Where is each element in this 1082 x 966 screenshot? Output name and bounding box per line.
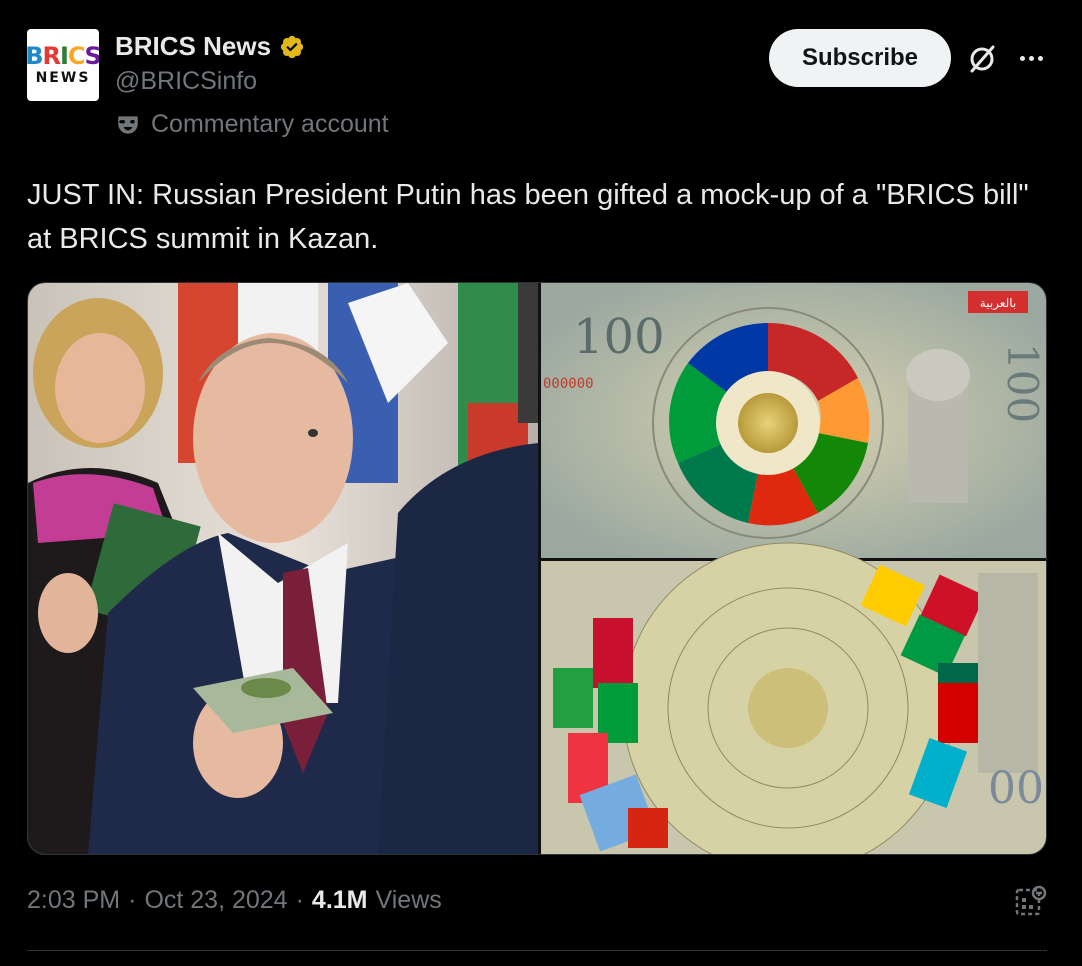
svg-text:000000: 000000 [543, 376, 594, 392]
author-handle[interactable]: @BRICSinfo [115, 67, 257, 96]
more-horizontal-icon[interactable] [1015, 44, 1047, 72]
photo-man-holding-banknote [28, 283, 538, 854]
photo-brics-banknote-front: 100 000000 100 بالعربية [541, 283, 1047, 558]
tweet-time[interactable]: 2:03 PM [27, 886, 120, 915]
photo-brics-banknote-back: 00 [541, 542, 1046, 854]
tweet: BRICS NEWS BRICS News @BRICSinfo Comment… [0, 0, 1082, 966]
author-display-name[interactable]: BRICS News [115, 31, 271, 62]
tweet-date[interactable]: Oct 23, 2024 [144, 886, 287, 915]
verified-badge-icon[interactable] [279, 34, 305, 60]
svg-text:100: 100 [573, 309, 665, 365]
bottom-divider [27, 950, 1047, 951]
author-name-row: BRICS News [115, 31, 305, 62]
avatar-news-text: NEWS [35, 70, 91, 86]
tweet-text: JUST IN: Russian President Putin has bee… [27, 179, 1029, 255]
commentary-label: Commentary account [115, 110, 389, 139]
views-count: 4.1M [311, 886, 368, 914]
grok-slash-icon[interactable] [966, 43, 998, 75]
commentary-text: Commentary account [151, 110, 389, 138]
tweet-media[interactable]: 100 000000 100 بالعربية 00 [27, 282, 1047, 855]
avatar-brics-logo: BRICS [27, 42, 99, 70]
svg-text:00: 00 [988, 763, 1044, 814]
meta-separator: · [295, 886, 304, 914]
tweet-meta: 2:03 PM · Oct 23, 2024 · 4.1M Views [27, 886, 442, 915]
views-label: Views [375, 886, 442, 914]
svg-text:100: 100 [998, 343, 1047, 423]
subscribe-button[interactable]: Subscribe [769, 29, 951, 87]
analytics-icon[interactable] [1013, 884, 1049, 920]
avatar[interactable]: BRICS NEWS [27, 29, 99, 101]
meta-separator: · [128, 886, 137, 914]
theater-mask-icon [118, 115, 138, 134]
svg-text:بالعربية: بالعربية [980, 296, 1016, 311]
